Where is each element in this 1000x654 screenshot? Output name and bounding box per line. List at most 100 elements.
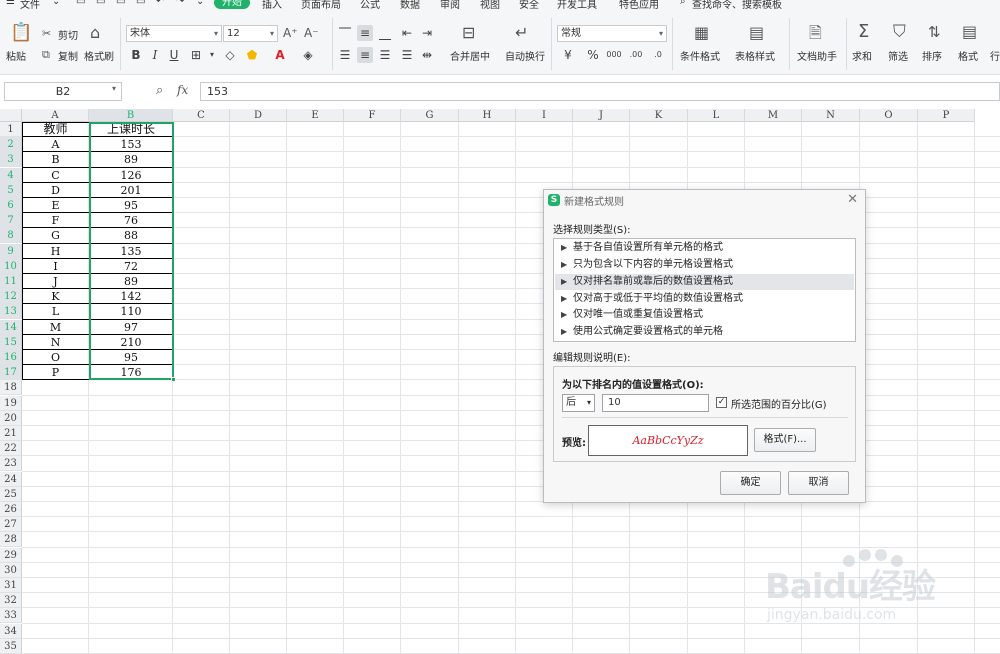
tab-formulas[interactable]: 公式 xyxy=(360,0,380,11)
font-color-icon[interactable]: A xyxy=(272,47,288,63)
rank-value-input[interactable]: 10 xyxy=(602,394,709,412)
save-icon[interactable]: ▭ xyxy=(76,0,85,7)
merge-center-button[interactable]: 合并居中 xyxy=(450,48,490,63)
export-icon[interactable]: ▭ xyxy=(96,0,105,7)
align-top-icon[interactable]: ⎺ xyxy=(337,25,353,41)
teacher-cell[interactable]: C xyxy=(22,168,89,183)
print-icon[interactable]: ▭ xyxy=(116,0,125,7)
row-header-29[interactable]: 29 xyxy=(0,547,22,563)
rows-cols-button[interactable]: 行 xyxy=(990,48,1000,63)
currency-icon[interactable]: ¥ xyxy=(560,47,576,63)
wrap-text-button[interactable]: 自动换行 xyxy=(505,48,545,63)
chevron-down-icon[interactable]: ⌄ xyxy=(52,0,60,7)
hours-cell[interactable]: 126 xyxy=(89,168,173,183)
hours-cell[interactable]: 95 xyxy=(89,198,173,213)
row-header-31[interactable]: 31 xyxy=(0,578,22,593)
tab-data[interactable]: 数据 xyxy=(400,0,420,11)
row-header-14[interactable]: 14 xyxy=(0,319,22,335)
column-header-n[interactable]: N xyxy=(802,109,860,122)
align-middle-icon[interactable]: ≡ xyxy=(357,25,373,41)
hours-cell[interactable]: 97 xyxy=(89,320,173,335)
cut-button[interactable]: 剪切 xyxy=(58,27,78,42)
row-header-10[interactable]: 10 xyxy=(0,258,22,274)
paste-icon[interactable]: 📋 xyxy=(10,24,32,42)
conditional-format-icon[interactable]: ▦ xyxy=(694,25,709,41)
rule-type-item[interactable]: ▶ 只为包含以下内容的单元格设置格式 xyxy=(555,257,854,273)
row-header-12[interactable]: 12 xyxy=(0,289,22,305)
table-style-button[interactable]: 表格样式 xyxy=(735,48,775,63)
hours-cell[interactable]: 153 xyxy=(89,137,173,152)
increase-decimal-icon[interactable]: .00 xyxy=(628,47,644,63)
hours-cell[interactable]: 72 xyxy=(89,259,173,274)
teacher-cell[interactable]: H xyxy=(22,244,89,259)
row-header-9[interactable]: 9 xyxy=(0,243,22,259)
sort-icon[interactable]: ⇅ xyxy=(928,25,941,40)
fx-icon[interactable]: fx xyxy=(177,83,188,97)
row-header-18[interactable]: 18 xyxy=(0,380,22,396)
column-header-o[interactable]: O xyxy=(860,109,918,122)
row-header-6[interactable]: 6 xyxy=(0,198,22,213)
column-header-e[interactable]: E xyxy=(287,109,344,122)
column-header-l[interactable]: L xyxy=(688,109,745,122)
column-header-g[interactable]: G xyxy=(401,109,459,122)
teacher-cell[interactable]: K xyxy=(22,289,89,304)
hours-cell[interactable]: 142 xyxy=(89,289,173,304)
teacher-cell[interactable]: P xyxy=(22,365,89,380)
teacher-cell[interactable]: O xyxy=(22,350,89,365)
undo-icon[interactable]: ↶ xyxy=(156,0,164,7)
bold-button[interactable]: B xyxy=(128,47,144,63)
hours-cell[interactable]: 110 xyxy=(89,304,173,319)
row-header-33[interactable]: 33 xyxy=(0,608,22,624)
percent-checkbox[interactable]: ✓ xyxy=(716,397,727,408)
rule-type-item[interactable]: ▶ 基于各自值设置所有单元格的格式 xyxy=(555,240,854,256)
indent-decrease-icon[interactable]: ⇤ xyxy=(399,25,415,41)
underline-button[interactable]: U xyxy=(166,47,182,63)
rule-type-item[interactable]: ▶ 仅对唯一值或重复值设置格式 xyxy=(555,307,854,323)
row-header-3[interactable]: 3 xyxy=(0,152,22,168)
conditional-format-button[interactable]: 条件格式 xyxy=(680,48,720,63)
teacher-cell[interactable]: B xyxy=(22,152,89,167)
wrap-text-icon[interactable]: ↵ xyxy=(515,25,528,41)
hours-cell[interactable]: 89 xyxy=(89,274,173,289)
teacher-cell[interactable]: M xyxy=(22,320,89,335)
filter-icon[interactable]: ⛉ xyxy=(893,24,906,41)
redo-icon[interactable]: ↷ xyxy=(176,0,184,7)
row-header-30[interactable]: 30 xyxy=(0,562,22,578)
row-header-28[interactable]: 28 xyxy=(0,532,22,548)
format-button[interactable]: 格式 xyxy=(958,48,978,63)
zoom-icon[interactable]: ⌕ xyxy=(156,83,163,98)
teacher-cell[interactable]: J xyxy=(22,274,89,289)
chevron-down-icon[interactable]: ▾ xyxy=(204,47,220,63)
italic-button[interactable]: I xyxy=(147,47,163,63)
hamburger-icon[interactable]: ☰ xyxy=(6,0,15,7)
select-all-corner[interactable] xyxy=(0,109,22,122)
column-header-h[interactable]: H xyxy=(459,109,516,122)
row-header-25[interactable]: 25 xyxy=(0,486,22,502)
ok-button[interactable]: 确定 xyxy=(720,471,781,495)
cut-icon[interactable]: ✂ xyxy=(42,27,51,41)
tab-home[interactable]: 开始 xyxy=(214,0,250,9)
hours-cell[interactable]: 89 xyxy=(89,152,173,167)
fill-color-icon[interactable]: ◇ xyxy=(222,47,238,63)
align-bottom-icon[interactable]: ⎽ xyxy=(377,25,393,41)
format-button[interactable]: 格式(F)... xyxy=(754,428,816,452)
tab-view[interactable]: 视图 xyxy=(480,0,500,11)
tab-page-layout[interactable]: 页面布局 xyxy=(301,0,341,11)
percent-icon[interactable]: % xyxy=(585,47,601,63)
chevron-down-icon[interactable]: ▾ xyxy=(112,84,116,93)
header-cell-teacher[interactable]: 教师 xyxy=(22,122,89,137)
thousands-icon[interactable]: 000 xyxy=(606,47,622,63)
column-header-d[interactable]: D xyxy=(230,109,287,122)
hours-cell[interactable]: 201 xyxy=(89,183,173,198)
column-header-f[interactable]: F xyxy=(344,109,401,122)
row-header-21[interactable]: 21 xyxy=(0,426,22,441)
hours-cell[interactable]: 76 xyxy=(89,213,173,228)
name-box[interactable]: B2 xyxy=(4,82,122,101)
teacher-cell[interactable]: I xyxy=(22,259,89,274)
column-header-m[interactable]: M xyxy=(745,109,802,122)
paste-button[interactable]: 粘贴 xyxy=(6,48,26,63)
close-icon[interactable]: ✕ xyxy=(847,192,858,207)
format-painter-icon[interactable]: ⌂ xyxy=(90,25,100,41)
align-left-icon[interactable]: ☰ xyxy=(337,47,353,63)
tab-review[interactable]: 审阅 xyxy=(440,0,460,11)
